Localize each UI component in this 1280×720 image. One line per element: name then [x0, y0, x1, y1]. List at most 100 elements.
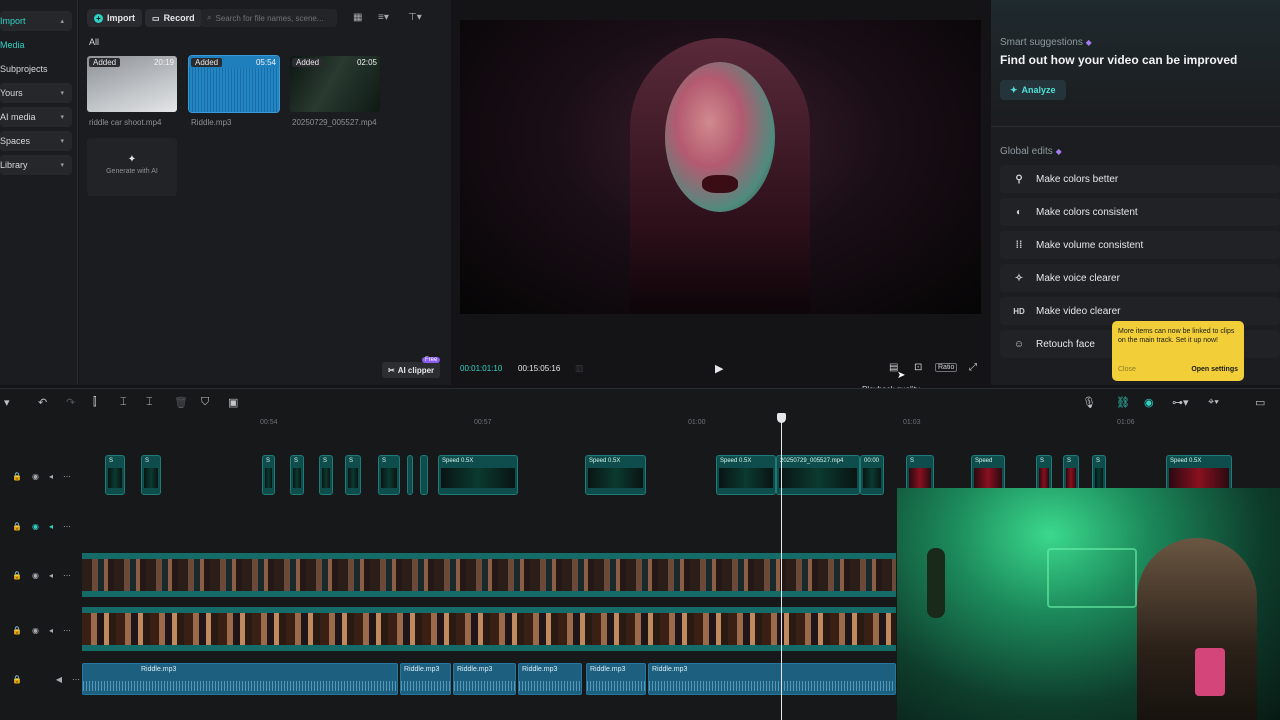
- trim-left-icon[interactable]: ⌶: [120, 396, 127, 409]
- audio-clip[interactable]: Riddle.mp3: [586, 663, 646, 695]
- video-clip[interactable]: Speed 0.5X: [585, 455, 646, 495]
- chevron-down-icon: ▾: [60, 162, 64, 169]
- audio-clip[interactable]: Riddle.mp3: [82, 663, 398, 695]
- eye-icon[interactable]: ◉: [32, 472, 39, 481]
- chevron-down-icon: ▾: [60, 138, 64, 145]
- nav-media[interactable]: Media: [0, 35, 72, 55]
- microphone-icon[interactable]: 🎙: [1082, 396, 1096, 409]
- audio-clip[interactable]: Riddle.mp3: [400, 663, 451, 695]
- playhead-handle[interactable]: [777, 413, 786, 423]
- delete-icon[interactable]: 🗑: [174, 396, 188, 409]
- audio-icon[interactable]: ◂: [49, 626, 53, 635]
- eye-icon[interactable]: ◉: [32, 571, 39, 580]
- redo-icon[interactable]: ↷: [66, 396, 75, 409]
- lock-icon[interactable]: 🔒: [12, 626, 22, 635]
- video-clip[interactable]: S: [290, 455, 304, 495]
- magnet-icon[interactable]: ◉: [1144, 396, 1154, 409]
- more-icon[interactable]: ⋯: [63, 571, 71, 580]
- video-clip[interactable]: Speed 0.5X: [438, 455, 518, 495]
- audio-clip[interactable]: Riddle.mp3: [648, 663, 896, 695]
- chain-dropdown-icon[interactable]: ⊶▾: [1172, 396, 1189, 409]
- import-button[interactable]: + Import: [87, 9, 142, 27]
- total-time: 00:15:05:16: [518, 364, 561, 373]
- close-button[interactable]: Close: [1118, 365, 1136, 374]
- ruler-label: 00:54: [260, 419, 278, 426]
- make-volume-consistent-item[interactable]: ⁞⁞ Make volume consistent: [1000, 231, 1280, 259]
- sort-icon[interactable]: ≡▾: [378, 12, 389, 23]
- nav-yours[interactable]: Yours ▾: [0, 83, 72, 103]
- audio-clip[interactable]: Riddle.mp3: [518, 663, 582, 695]
- undo-icon[interactable]: ↶: [38, 396, 47, 409]
- video-clip[interactable]: 20250729_005527.mp4: [776, 455, 860, 495]
- video-clip[interactable]: S: [105, 455, 125, 495]
- video-clip[interactable]: S: [345, 455, 361, 495]
- video-clip[interactable]: S: [141, 455, 161, 495]
- audio-icon[interactable]: ◂: [49, 571, 53, 580]
- trim-right-icon[interactable]: ⌶: [146, 396, 153, 409]
- more-icon[interactable]: ⋯: [63, 626, 71, 635]
- ai-clipper-button[interactable]: ✂ AI clipper: [382, 362, 441, 378]
- ratio-button[interactable]: Ratio: [935, 363, 958, 372]
- media-item[interactable]: Added 05:54: [188, 55, 280, 113]
- shield-icon[interactable]: ⛉: [201, 396, 209, 409]
- more-icon[interactable]: ⋯: [72, 675, 80, 684]
- search-input[interactable]: ⌕ Search for file names, scene...: [201, 9, 337, 27]
- video-clip[interactable]: S: [319, 455, 333, 495]
- smart-suggestions-title: Smart suggestions ◆: [1000, 37, 1092, 48]
- analyze-button[interactable]: ✦ Analyze: [1000, 80, 1066, 100]
- audio-icon[interactable]: ◂: [49, 472, 53, 481]
- lock-icon[interactable]: 🔒: [12, 571, 22, 580]
- track-controls-video-2: 🔒 ◉ ◂ ⋯: [0, 472, 80, 481]
- more-icon[interactable]: ⋯: [63, 472, 71, 481]
- make-voice-clearer-item[interactable]: ✧ Make voice clearer: [1000, 264, 1280, 292]
- video-clip[interactable]: S: [378, 455, 400, 495]
- nav-library[interactable]: Library ▾: [0, 155, 72, 175]
- magic-wand-icon: ⚲: [1015, 173, 1023, 185]
- nav-import[interactable]: Import ▴: [0, 11, 72, 31]
- filter-all[interactable]: All: [89, 37, 99, 47]
- play-icon[interactable]: ▶: [715, 362, 723, 375]
- eye-icon[interactable]: ◉: [32, 626, 39, 635]
- track-controls-audio: 🔒 ◀ ⋯: [0, 675, 80, 684]
- more-icon[interactable]: ⋯: [63, 522, 71, 531]
- media-item[interactable]: Added 02:05: [290, 56, 380, 112]
- lock-icon[interactable]: 🔒: [12, 472, 22, 481]
- playhead[interactable]: [781, 415, 782, 720]
- fullscreen-icon[interactable]: ⤢: [969, 362, 977, 373]
- record-button[interactable]: ▭ Record: [145, 9, 202, 27]
- media-item[interactable]: Added 20:19: [87, 56, 177, 112]
- lock-icon[interactable]: 🔒: [12, 675, 22, 684]
- link-icon[interactable]: ⛓: [1116, 396, 1130, 409]
- main-track-clip[interactable]: [82, 553, 896, 597]
- make-colors-better-item[interactable]: ⚲ Make colors better: [1000, 165, 1280, 193]
- main-track-clip[interactable]: [82, 607, 896, 651]
- grid-view-icon[interactable]: ▦: [353, 12, 362, 23]
- video-clip[interactable]: [420, 455, 428, 495]
- open-settings-button[interactable]: Open settings: [1191, 365, 1238, 374]
- filter-icon[interactable]: ⊤▾: [408, 12, 422, 23]
- generate-with-ai-card[interactable]: ✦ Generate with AI: [87, 138, 177, 196]
- audio-icon[interactable]: ◂: [49, 522, 53, 531]
- video-clip[interactable]: 00:00: [860, 455, 884, 495]
- color-adjust-icon: ◐: [1015, 206, 1023, 218]
- timeline-icon[interactable]: ▥: [575, 363, 584, 374]
- select-tool-icon[interactable]: ▾: [4, 396, 10, 409]
- zoom-icon[interactable]: ▭: [1255, 396, 1265, 409]
- nav-subprojects[interactable]: Subprojects: [0, 59, 72, 79]
- lock-icon[interactable]: 🔒: [12, 522, 22, 531]
- ruler-label: 01:00: [688, 419, 706, 426]
- eye-icon[interactable]: ◉: [32, 522, 39, 531]
- preview-axis-icon[interactable]: ⌖▾: [1208, 396, 1219, 409]
- video-clip[interactable]: [407, 455, 413, 495]
- zoom-fit-icon[interactable]: ⊡: [914, 362, 922, 373]
- make-colors-consistent-item[interactable]: ◐ Make colors consistent: [1000, 198, 1280, 226]
- split-icon[interactable]: ⫿: [93, 396, 97, 409]
- nav-ai-media[interactable]: AI media ▾: [0, 107, 72, 127]
- video-clip[interactable]: S: [262, 455, 275, 495]
- audio-clip[interactable]: Riddle.mp3: [453, 663, 516, 695]
- speaker-icon[interactable]: ◀: [56, 675, 62, 684]
- video-clip[interactable]: Speed 0.5X: [716, 455, 776, 495]
- nav-spaces[interactable]: Spaces ▾: [0, 131, 72, 151]
- screen-icon[interactable]: ▣: [228, 396, 238, 409]
- video-preview[interactable]: [460, 20, 981, 314]
